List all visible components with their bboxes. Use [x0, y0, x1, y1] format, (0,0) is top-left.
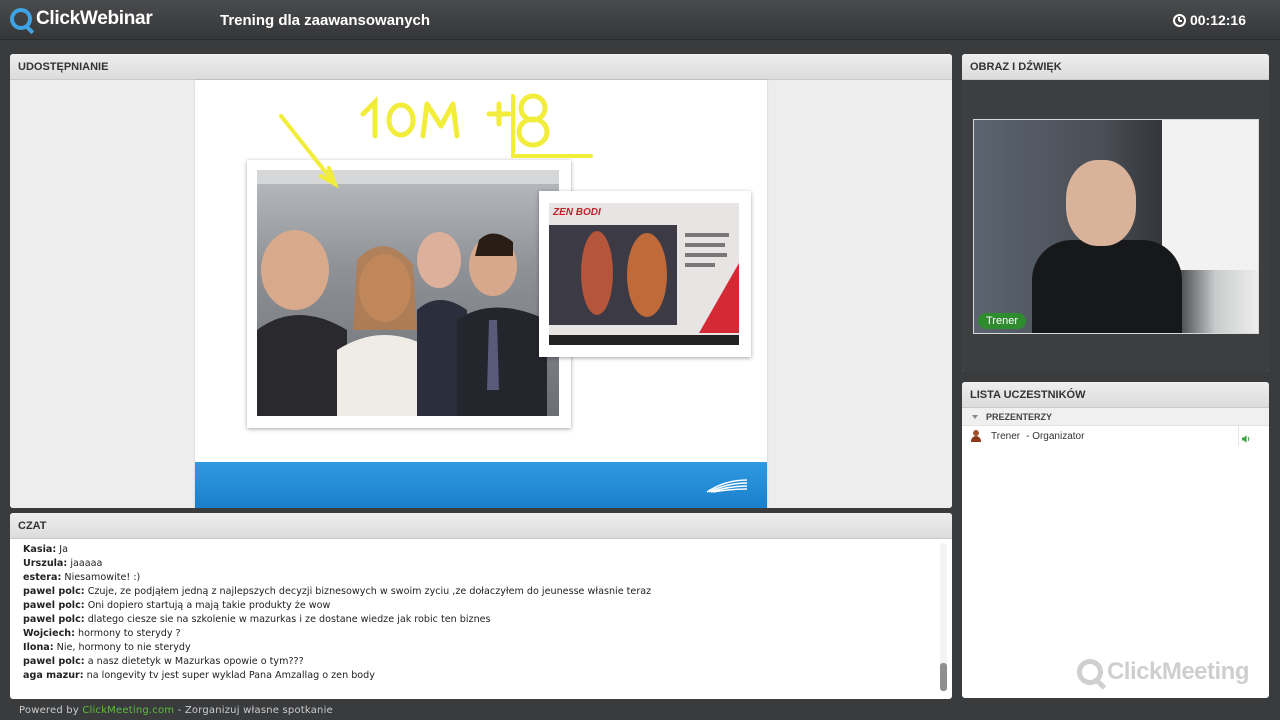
message-text: Ja [59, 544, 68, 555]
clickmeeting-logo-icon [1076, 659, 1103, 685]
zen-bodi-image: ZEN BODI [549, 203, 739, 345]
participants-panel-header: LISTA UCZESTNIKÓW [962, 382, 1269, 408]
top-bar: ClickWebinar Trening dla zaawansowanych … [0, 0, 1280, 40]
presentation-slide: ZEN BODI [195, 80, 767, 508]
zen-bodi-title: ZEN BODI [553, 207, 601, 218]
video-panel-header: OBRAZ I DŹWIĘK [962, 54, 1269, 80]
video-audio-panel: OBRAZ I DŹWIĘK Trener [962, 54, 1269, 372]
message-text: jaaaaa [70, 558, 103, 569]
participant-row[interactable]: Trener - Organizator [962, 426, 1239, 446]
whiteboard-background [1162, 120, 1258, 270]
camera-name-label: Trener [978, 313, 1026, 329]
timer-value: 00:12:16 [1189, 12, 1246, 28]
group-photo-image [257, 170, 559, 416]
participant-role: - Organizator [1026, 430, 1085, 442]
message-text: Czuje, ze podjąłem jedną z najlepszych d… [87, 586, 652, 597]
zen-bodi-bottom-bar [549, 335, 739, 345]
slide-photo-group [247, 160, 571, 428]
message-author: Urszula: [23, 558, 68, 569]
slide-photo-zen-bodi: ZEN BODI [539, 191, 751, 357]
chat-message: pawel polc: Czuje, ze podjąłem jedną z n… [23, 585, 940, 599]
participants-panel: LISTA UCZESTNIKÓW PREZENTERZY Trener - O… [962, 382, 1269, 698]
message-text: hormony to sterydy ? [78, 628, 181, 639]
chat-message: Ilona: Nie, hormony to nie sterydy [23, 641, 940, 655]
message-author: pawel polc: [23, 586, 85, 597]
message-author: Wojciech: [23, 628, 75, 639]
message-author: Ilona: [23, 642, 54, 653]
brand-name: ClickWebinar [36, 8, 153, 29]
chat-messages: Kasia: Ja Urszula: jaaaaa estera: Niesam… [10, 539, 952, 699]
collapse-triangle-icon[interactable] [972, 414, 978, 419]
message-text: na longevity tv jest super wyklad Pana A… [86, 670, 375, 681]
chat-panel-header: CZAT [10, 513, 952, 539]
presenters-group-label: PREZENTERZY [986, 411, 1053, 422]
slide-footer-band [195, 462, 767, 508]
footer-suffix: - Zorganizuj własne spotkanie [177, 705, 333, 716]
message-author: Kasia: [23, 544, 57, 555]
chat-panel: CZAT Kasia: Ja Urszula: jaaaaa estera: N… [10, 513, 952, 699]
chat-scrollbar[interactable] [940, 543, 947, 691]
message-author: aga mazur: [23, 670, 84, 681]
chat-message: Urszula: jaaaaa [23, 557, 940, 571]
footer: Powered by ClickMeeting.com - Zorganizuj… [19, 705, 333, 716]
message-author: pawel polc: [23, 656, 85, 667]
chat-message: aga mazur: na longevity tv jest super wy… [23, 669, 940, 683]
chat-scrollbar-thumb[interactable] [940, 663, 947, 691]
message-author: pawel polc: [23, 614, 85, 625]
chat-message: estera: Niesamowite! :) [23, 571, 940, 585]
video-area: Trener [962, 80, 1269, 372]
chat-message: pawel polc: a nasz dietetyk w Mazurkas o… [23, 655, 940, 669]
session-timer: 00:12:16 [1172, 12, 1246, 28]
chat-message: Kasia: Ja [23, 543, 940, 557]
chat-message: pawel polc: Oni dopiero startują a mają … [23, 599, 940, 613]
message-text: Nie, hormony to nie sterydy [56, 642, 191, 653]
webinar-title: Trening dla zaawansowanych [220, 12, 431, 29]
clock-icon [1172, 13, 1186, 27]
clickmeeting-watermark: ClickMeeting [1076, 658, 1250, 686]
sharing-panel: UDOSTĘPNIANIE ZEN BODI [10, 54, 952, 508]
message-text: dlatego ciesze sie na szkolenie w mazurk… [87, 614, 491, 625]
footer-prefix: Powered by [19, 705, 79, 716]
presenter-body [1032, 240, 1182, 333]
message-text: Niesamowite! :) [64, 572, 141, 583]
chat-message: pawel polc: dlatego ciesze sie na szkole… [23, 613, 940, 627]
shared-screen: ZEN BODI [10, 80, 952, 508]
chat-message: Wojciech: hormony to sterydy ? [23, 627, 940, 641]
sharing-panel-header: UDOSTĘPNIANIE [10, 54, 952, 80]
watermark-text: ClickMeeting [1106, 658, 1250, 685]
presenters-group[interactable]: PREZENTERZY [962, 408, 1269, 426]
clickwebinar-logo-icon [10, 8, 32, 30]
clickmeeting-link[interactable]: ClickMeeting.com [82, 705, 174, 716]
participant-name: Trener [991, 430, 1021, 442]
presenter-camera-feed[interactable]: Trener [973, 119, 1259, 334]
message-author: pawel polc: [23, 600, 85, 611]
message-text: a nasz dietetyk w Mazurkas opowie o tym?… [87, 656, 304, 667]
zen-bodi-figures [549, 225, 739, 333]
speaker-icon [1242, 435, 1250, 443]
presenter-face [1066, 160, 1136, 246]
message-author: estera: [23, 572, 62, 583]
message-text: Oni dopiero startują a mają takie produk… [87, 600, 331, 611]
user-icon [970, 430, 982, 442]
wing-logo-icon [706, 479, 748, 493]
group-photo-figures [257, 170, 559, 416]
clickwebinar-logo: ClickWebinar [10, 8, 153, 30]
